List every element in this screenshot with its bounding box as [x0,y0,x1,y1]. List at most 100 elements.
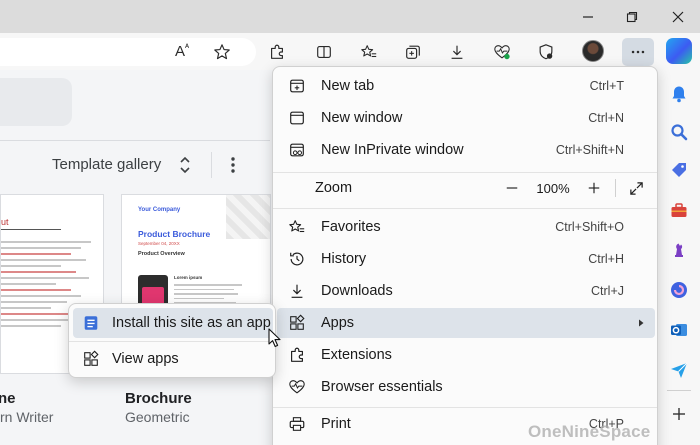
sidebar-microsoft365[interactable] [667,278,691,302]
zoom-separator [615,179,616,197]
menu-item-label: Extensions [321,347,392,363]
brochure-section: Product Overview [138,251,185,257]
submenu-separator [69,341,275,342]
brochure-corner-pattern [226,195,270,239]
read-aloud-button[interactable]: Aᴬ [168,37,196,65]
menu-item-apps[interactable]: Apps [277,308,655,338]
menu-item-favorites[interactable]: Favorites Ctrl+Shift+O [277,212,655,242]
sidebar-outlook[interactable] [667,318,691,342]
submenu-arrow-icon [639,319,644,327]
submenu-item-view-apps[interactable]: View apps [73,344,273,374]
menu-item-history[interactable]: History Ctrl+H [277,244,655,274]
brochure-date: September 04, 20XX [138,241,180,246]
menu-item-shortcut: Ctrl+H [588,252,624,266]
sidebar-drop[interactable] [667,358,691,382]
menu-item-extensions[interactable]: Extensions [277,340,655,370]
zoom-in-button[interactable] [581,173,607,203]
shield-badge-icon [539,44,553,60]
template-gallery-label[interactable]: Template gallery [52,156,161,173]
tag-icon [672,163,686,177]
submenu-item-install-site-as-app[interactable]: Install this site as an app [73,308,273,338]
close-icon [672,11,684,22]
menu-item-label: Browser essentials [321,379,443,395]
copilot-button[interactable] [666,38,692,64]
menu-item-label: Favorites [321,219,381,235]
template-title-1: ne [0,390,16,407]
new-window-icon [287,108,307,128]
heart-pulse-icon [494,45,510,60]
sidebar-search[interactable] [667,120,691,144]
menu-item-label: New window [321,110,403,126]
download-icon [451,45,463,59]
menu-separator [273,407,657,408]
menu-item-browser-essentials[interactable]: Browser essentials [277,372,655,402]
brochure-heading: Product Brochure [138,229,211,239]
template-subtitle-2: Geometric [125,409,190,425]
outlook-icon [671,324,687,336]
browser-essentials-button[interactable] [488,38,516,66]
fullscreen-button[interactable] [623,173,649,203]
menu-item-new-inprivate-window[interactable]: New InPrivate window Ctrl+Shift+N [277,135,655,165]
expand-collapse-icon[interactable] [178,154,192,176]
minimize-button[interactable] [566,0,610,33]
menu-item-new-window[interactable]: New window Ctrl+N [277,103,655,133]
puzzle-icon [271,44,283,59]
more-vertical-icon[interactable] [226,154,240,176]
read-aloud-icon: Aᴬ [175,42,189,60]
favorites-button[interactable] [355,38,383,66]
downloads-button[interactable] [443,38,471,66]
apps-icon [287,313,307,333]
docs-search-box[interactable] [0,78,72,126]
favorite-star-button[interactable] [208,38,236,66]
install-app-icon [81,313,101,333]
plus-icon [673,408,685,420]
sidebar-tools[interactable] [667,198,691,222]
brochure-lorem: Lorem ipsum [174,275,203,280]
extensions-button[interactable] [263,38,291,66]
sidebar-notifications[interactable] [667,82,691,106]
edge-sidebar [658,70,700,445]
template-title-2: Brochure [125,390,192,407]
menu-item-shortcut: Ctrl+T [589,79,624,93]
menu-item-new-tab[interactable]: New tab Ctrl+T [277,71,655,101]
restore-icon [626,11,638,22]
toolbar-separator [211,152,212,178]
close-button[interactable] [656,0,700,33]
menu-item-label: History [321,251,367,267]
restore-button[interactable] [610,0,654,33]
menu-item-shortcut: Ctrl+J [591,284,624,298]
menu-item-label: Apps [321,315,355,331]
microsoft365-icon [671,282,687,298]
menu-item-label: New tab [321,78,375,94]
collections-button[interactable] [399,38,427,66]
minus-icon [506,187,518,189]
apps-submenu: Install this site as an app View apps [68,303,276,378]
split-screen-button[interactable] [310,38,338,66]
menu-item-downloads[interactable]: Downloads Ctrl+J [277,276,655,306]
history-icon [287,249,307,269]
toolbox-icon [671,203,687,217]
paper-plane-icon [671,362,688,378]
sidebar-games[interactable] [667,238,691,262]
profile-avatar[interactable] [582,40,604,62]
expand-diagonal-icon [629,181,643,195]
search-icon [671,124,688,141]
menu-item-label: New InPrivate window [321,142,464,158]
sidebar-separator [667,390,691,391]
apps-icon [81,349,101,369]
read-aloud-superscript: ᴬ [184,42,190,52]
template-subtitle-1: rn Writer [0,409,54,425]
menu-item-zoom: Zoom 100% [277,173,655,203]
read-aloud-glyph: A [174,43,185,60]
browser-guard-button[interactable] [532,38,560,66]
menu-item-shortcut: Ctrl+N [588,111,624,125]
zoom-out-button[interactable] [499,173,525,203]
settings-and-more-button[interactable] [622,38,654,66]
puzzle-icon [287,345,307,365]
chess-piece-icon [675,243,683,257]
plus-icon [588,182,600,194]
resume-rule [1,229,61,230]
sidebar-add[interactable] [667,402,691,426]
submenu-item-label: Install this site as an app [112,315,271,331]
sidebar-shopping[interactable] [667,158,691,182]
